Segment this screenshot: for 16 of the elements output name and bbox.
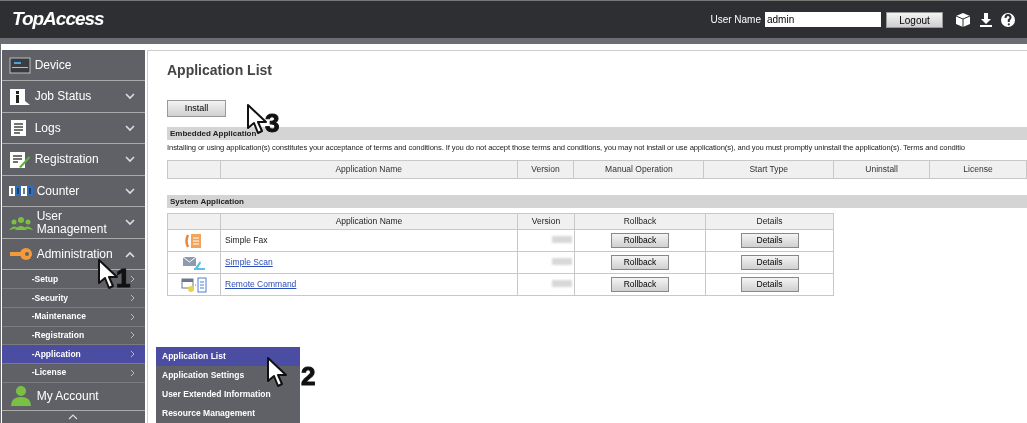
logo: TopAccess [12,7,104,32]
column-header: Application Name [220,213,518,230]
user-name-label: User Name [710,13,761,27]
column-header: License [929,160,1027,179]
column-header: Rollback [574,213,706,230]
section-heading: System Application [167,195,1027,208]
column-header: Application Name [220,160,517,179]
column-header: Uninstall [833,160,930,179]
column-header: Manual Operation [573,160,704,179]
column-header: Version [517,160,574,179]
column-header: Details [705,213,834,230]
step-number: 2 [301,364,316,388]
page-title: Application List [167,61,273,80]
column-header: Start Type [703,160,834,179]
column-header: Version [517,213,575,230]
app-name: Simple Fax [225,235,268,246]
